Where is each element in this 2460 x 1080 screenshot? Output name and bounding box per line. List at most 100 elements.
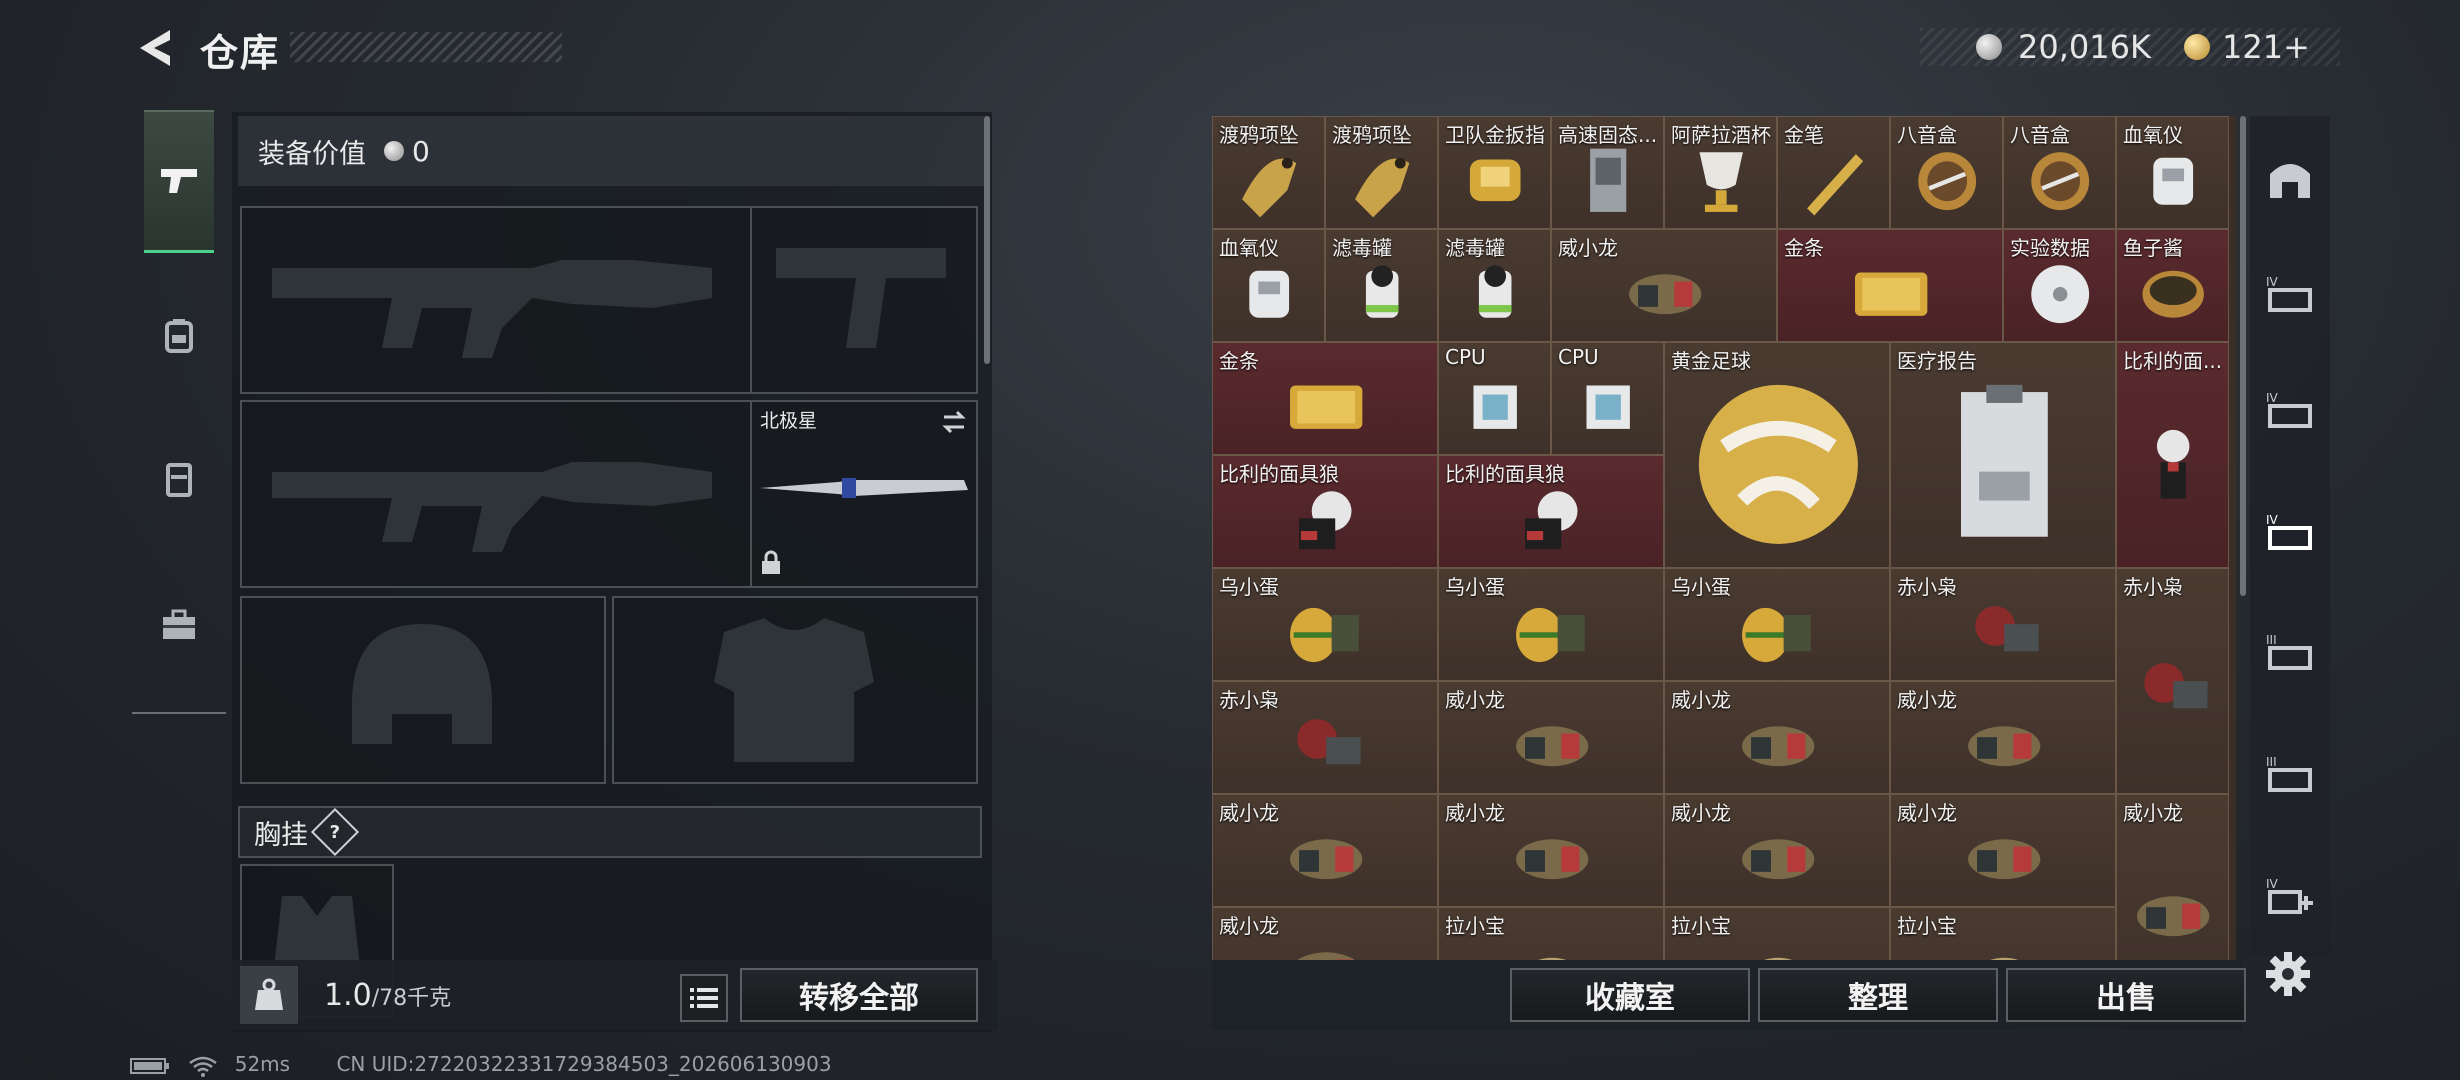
- grid-item-dragon-figure[interactable]: 威小龙: [1212, 907, 1438, 960]
- grid-item-goblet[interactable]: 阿萨拉酒杯: [1664, 116, 1777, 229]
- grid-item-label: 乌小蛋: [1671, 575, 1731, 599]
- armor-slot[interactable]: [612, 596, 978, 784]
- lion-figure-icon: [1764, 958, 1792, 960]
- swap-icon[interactable]: [940, 408, 968, 436]
- grid-item-lion-figure[interactable]: 拉小宝: [1438, 907, 1664, 960]
- grid-item-dragon-figure[interactable]: 威小龙: [1664, 794, 1890, 907]
- grid-item-disc[interactable]: 实验数据: [2003, 229, 2116, 342]
- grid-item-raven-pendant[interactable]: 渡鸦项坠: [1212, 116, 1325, 229]
- silver-coin-icon: [1976, 34, 2002, 60]
- tab-all-storage[interactable]: [2264, 152, 2316, 204]
- grid-item-music-box[interactable]: 八音盒: [2003, 116, 2116, 229]
- gold-balance[interactable]: 121+: [2222, 28, 2310, 66]
- sell-button[interactable]: 出售: [2006, 968, 2246, 1022]
- grid-item-billy-puppet[interactable]: 比利的面具狼: [1212, 455, 1438, 568]
- grid-item-dragon-figure[interactable]: 威小龙: [1890, 681, 2116, 794]
- gold-ring-icon: [1470, 159, 1521, 202]
- equipment-scrollbar[interactable]: [984, 116, 990, 364]
- melee-slot[interactable]: 北极星: [750, 400, 978, 588]
- silver-balance: 20,016K: [2018, 28, 2151, 66]
- grid-item-music-box[interactable]: 八音盒: [1890, 116, 2003, 229]
- grid-item-label: 威小龙: [1671, 801, 1731, 825]
- grid-item-gold-football[interactable]: 黄金足球: [1664, 342, 1890, 568]
- helmet-slot[interactable]: [240, 596, 606, 784]
- transfer-all-button[interactable]: 转移全部: [740, 968, 978, 1022]
- grid-item-dragon-figure[interactable]: 威小龙: [1438, 794, 1664, 907]
- armor-silhouette-icon: [714, 618, 874, 762]
- svg-text:IV: IV: [2266, 513, 2279, 527]
- music-box-icon: [1918, 152, 1977, 211]
- grid-item-dragon-figure[interactable]: 威小龙: [1551, 229, 1777, 342]
- storage-scrollbar[interactable]: [2240, 116, 2246, 596]
- tab-backpack[interactable]: [144, 266, 214, 404]
- sort-button[interactable]: 整理: [1758, 968, 1998, 1022]
- status-bar: 52ms CN UID:27220322331729384503_2026061…: [130, 1052, 832, 1077]
- grid-item-gold-bar[interactable]: 金条: [1212, 342, 1438, 455]
- grid-item-owl-figure[interactable]: 赤小枭: [2116, 568, 2229, 794]
- egg-figure-icon: [1289, 608, 1359, 663]
- grid-item-billy-mask[interactable]: 比利的面...: [2116, 342, 2229, 568]
- grid-item-medical-report[interactable]: 医疗报告: [1890, 342, 2116, 568]
- tab-add-storage[interactable]: IV: [2264, 870, 2316, 922]
- grid-item-label: 威小龙: [1671, 688, 1731, 712]
- grid-item-label: 渡鸦项坠: [1219, 123, 1299, 147]
- grid-item-cpu[interactable]: CPU: [1438, 342, 1551, 455]
- egg-figure-icon: [1515, 608, 1585, 663]
- grid-item-label: 血氧仪: [1219, 236, 1279, 260]
- secondary-weapon-slot[interactable]: [240, 400, 752, 588]
- grid-item-egg-figure[interactable]: 乌小蛋: [1664, 568, 1890, 681]
- grid-item-lion-figure[interactable]: 拉小宝: [1890, 907, 2116, 960]
- grid-item-dragon-figure[interactable]: 威小龙: [1664, 681, 1890, 794]
- battery-icon: [130, 1057, 169, 1074]
- grid-item-label: 金笔: [1784, 123, 1824, 147]
- grid-item-label: 威小龙: [1897, 801, 1957, 825]
- help-icon[interactable]: ?: [310, 807, 360, 857]
- tab-weapons[interactable]: [144, 110, 214, 253]
- tab-tools[interactable]: [144, 556, 214, 694]
- grid-item-label: 赤小枭: [2123, 575, 2183, 599]
- grid-item-label: 拉小宝: [1897, 914, 1957, 938]
- grid-item-dragon-figure[interactable]: 威小龙: [2116, 794, 2229, 960]
- tab-storage-3b[interactable]: III: [2264, 748, 2316, 800]
- tab-storage-4a[interactable]: IV: [2264, 268, 2316, 320]
- grid-item-gold-bar[interactable]: 金条: [1777, 229, 2003, 342]
- tab-storage-3a[interactable]: III: [2264, 626, 2316, 678]
- grid-item-egg-figure[interactable]: 乌小蛋: [1212, 568, 1438, 681]
- grid-item-label: 金条: [1219, 349, 1259, 373]
- grid-item-gold-ring[interactable]: 卫队金扳指: [1438, 116, 1551, 229]
- grid-item-owl-figure[interactable]: 赤小枭: [1890, 568, 2116, 681]
- primary-weapon-slot[interactable]: [240, 206, 752, 394]
- grid-item-filter-canister[interactable]: 滤毒罐: [1438, 229, 1551, 342]
- grid-item-egg-figure[interactable]: 乌小蛋: [1438, 568, 1664, 681]
- back-arrow-icon[interactable]: [132, 24, 180, 72]
- grid-item-oximeter[interactable]: 血氧仪: [2116, 116, 2229, 229]
- tab-armor[interactable]: [144, 410, 214, 548]
- grid-item-filter-canister[interactable]: 滤毒罐: [1325, 229, 1438, 342]
- list-view-button[interactable]: [680, 974, 728, 1022]
- grid-item-gold-pen[interactable]: 金笔: [1777, 116, 1890, 229]
- tab-storage-active[interactable]: IV: [2264, 506, 2316, 558]
- grid-item-dragon-figure[interactable]: 威小龙: [1890, 794, 2116, 907]
- grid-item-owl-figure[interactable]: 赤小枭: [1212, 681, 1438, 794]
- grid-item-label: 威小龙: [1445, 688, 1505, 712]
- settings-gear-icon[interactable]: [2264, 950, 2312, 998]
- grid-item-cpu[interactable]: CPU: [1551, 342, 1664, 455]
- tab-storage-4b[interactable]: IV: [2264, 384, 2316, 436]
- grid-item-oximeter[interactable]: 血氧仪: [1212, 229, 1325, 342]
- grid-item-label: 拉小宝: [1671, 914, 1731, 938]
- melee-name: 北极星: [760, 410, 818, 432]
- grid-item-caviar[interactable]: 鱼子酱: [2116, 229, 2229, 342]
- grid-item-lion-figure[interactable]: 拉小宝: [1664, 907, 1890, 960]
- grid-item-dragon-figure[interactable]: 威小龙: [1212, 794, 1438, 907]
- grid-item-billy-puppet[interactable]: 比利的面具狼: [1438, 455, 1664, 568]
- grid-item-dragon-figure[interactable]: 威小龙: [1438, 681, 1664, 794]
- grid-item-label: CPU: [1558, 345, 1599, 369]
- sidearm-slot[interactable]: [750, 206, 978, 394]
- grid-item-label: 渡鸦项坠: [1332, 123, 1412, 147]
- grid-item-raven-pendant[interactable]: 渡鸦项坠: [1325, 116, 1438, 229]
- grid-item-label: 威小龙: [1558, 236, 1618, 260]
- collection-room-button[interactable]: 收藏室: [1510, 968, 1750, 1022]
- raven-pendant-icon: [1355, 157, 1410, 218]
- svg-text:IV: IV: [2266, 275, 2279, 289]
- grid-item-ssd[interactable]: 高速固态...: [1551, 116, 1664, 229]
